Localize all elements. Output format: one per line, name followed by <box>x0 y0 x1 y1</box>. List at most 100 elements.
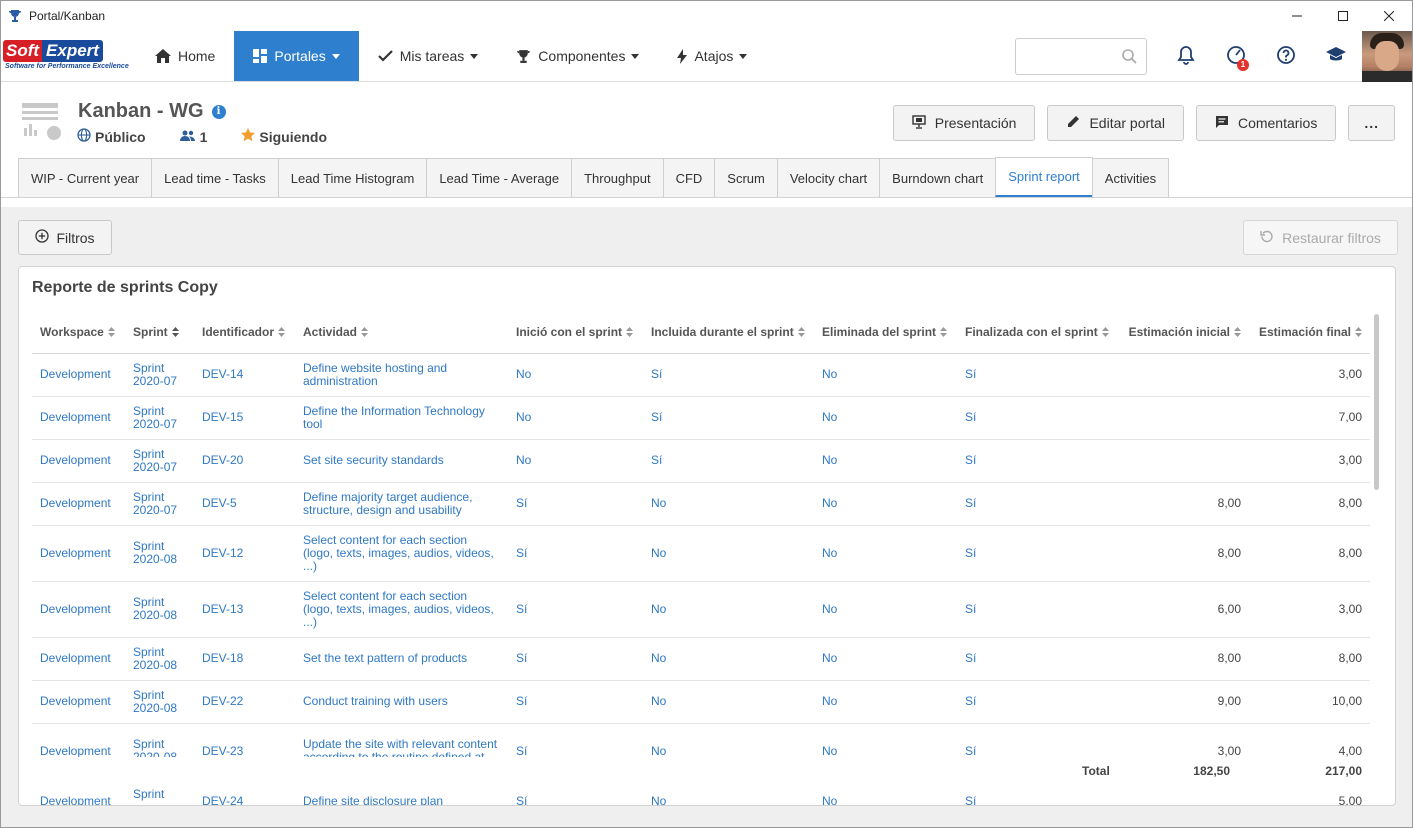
learning-button[interactable] <box>1311 31 1361 82</box>
cell-started[interactable]: Sí <box>508 525 643 582</box>
table-row[interactable]: Development Sprint 2020-07 DEV-15 Define… <box>32 396 1370 440</box>
column-header-finalizada[interactable]: Finalizada con el sprint <box>957 313 1119 354</box>
tab-burndown-chart[interactable]: Burndown chart <box>879 158 997 197</box>
cell-id[interactable]: DEV-12 <box>194 525 295 582</box>
cell-started[interactable]: Sí <box>508 581 643 638</box>
cell-removed[interactable]: No <box>814 581 957 638</box>
column-header-sprint[interactable]: Sprint <box>125 313 194 354</box>
cell-id[interactable]: DEV-5 <box>194 482 295 526</box>
cell-sprint[interactable]: Sprint 2020-08 <box>125 680 194 724</box>
help-button[interactable] <box>1261 31 1311 82</box>
cell-removed[interactable]: No <box>814 439 957 483</box>
cell-activity[interactable]: Define majority target audience, structu… <box>295 482 508 526</box>
cell-id[interactable]: DEV-15 <box>194 396 295 440</box>
cell-activity[interactable]: Set site security standards <box>295 439 508 483</box>
info-icon[interactable]: i <box>211 104 226 119</box>
column-header-eliminada[interactable]: Eliminada del sprint <box>814 313 957 354</box>
cell-workspace[interactable]: Development <box>40 794 111 805</box>
cell-sprint[interactable]: Sprint 2020-08 <box>125 637 194 681</box>
cell-workspace[interactable]: Development <box>32 396 125 440</box>
softexpert-logo[interactable]: Soft Expert Software for Performance Exc… <box>1 31 136 82</box>
cell-workspace[interactable]: Development <box>32 482 125 526</box>
cell-id[interactable]: DEV-20 <box>194 439 295 483</box>
cell-included[interactable]: No <box>643 680 814 724</box>
cell-sprint[interactable]: Sprint 2020-07 <box>125 439 194 483</box>
cell-started[interactable]: Sí <box>516 794 527 805</box>
cell-removed[interactable]: No <box>814 680 957 724</box>
cell-included[interactable]: No <box>643 525 814 582</box>
cell-sprint[interactable]: Sprint 2020-07 <box>125 482 194 526</box>
column-header-identificador[interactable]: Identificador <box>194 313 295 354</box>
minimize-button[interactable] <box>1274 1 1320 31</box>
close-button[interactable] <box>1366 1 1412 31</box>
tab-velocity-chart[interactable]: Velocity chart <box>776 158 881 197</box>
tab-lead-time-histogram[interactable]: Lead Time Histogram <box>277 158 428 197</box>
filters-button[interactable]: Filtros <box>18 220 112 255</box>
cell-removed[interactable]: No <box>814 525 957 582</box>
tab-wip-current-year[interactable]: WIP - Current year <box>18 158 153 197</box>
cell-activity[interactable]: Define website hosting and administratio… <box>295 353 508 397</box>
cell-removed[interactable]: No <box>814 637 957 681</box>
cell-removed[interactable]: No <box>814 396 957 440</box>
partial-table-row[interactable]: Development Sprint DEV-24 Define site di… <box>32 785 1370 805</box>
cell-sprint[interactable]: Sprint 2020-08 <box>125 581 194 638</box>
cell-started[interactable]: No <box>508 439 643 483</box>
cell-id[interactable]: DEV-18 <box>194 637 295 681</box>
cell-finished[interactable]: Sí <box>957 396 1119 440</box>
cell-included[interactable]: No <box>643 637 814 681</box>
cell-included[interactable]: Sí <box>643 439 814 483</box>
cell-included[interactable]: No <box>651 794 666 805</box>
cell-started[interactable]: Sí <box>508 482 643 526</box>
cell-finished[interactable]: Sí <box>957 680 1119 724</box>
cell-activity[interactable]: Set the text pattern of products <box>295 637 508 681</box>
cell-id[interactable]: DEV-24 <box>202 794 243 805</box>
cell-sprint[interactable]: Sprint 2020-07 <box>125 353 194 397</box>
table-row[interactable]: Development Sprint 2020-07 DEV-5 Define … <box>32 482 1370 526</box>
tab-lead-time-tasks[interactable]: Lead time - Tasks <box>151 158 279 197</box>
maximize-button[interactable] <box>1320 1 1366 31</box>
table-row[interactable]: Development Sprint 2020-08 DEV-13 Select… <box>32 581 1370 638</box>
cell-activity[interactable]: Select content for each section (logo, t… <box>295 525 508 582</box>
cell-removed[interactable]: No <box>814 353 957 397</box>
cell-activity[interactable]: Define site disclosure plan <box>303 794 443 805</box>
table-row[interactable]: Development Sprint 2020-08 DEV-12 Select… <box>32 525 1370 582</box>
cell-id[interactable]: DEV-14 <box>194 353 295 397</box>
cell-workspace[interactable]: Development <box>32 637 125 681</box>
column-header-actividad[interactable]: Actividad <box>295 313 508 354</box>
cell-workspace[interactable]: Development <box>32 353 125 397</box>
table-row[interactable]: Development Sprint 2020-07 DEV-20 Set si… <box>32 439 1370 483</box>
cell-finished[interactable]: Sí <box>965 794 976 805</box>
edit-portal-button[interactable]: Editar portal <box>1047 105 1184 141</box>
column-header-inicio[interactable]: Inició con el sprint <box>508 313 643 354</box>
cell-activity[interactable]: Select content for each section (logo, t… <box>295 581 508 638</box>
notifications-button[interactable] <box>1161 31 1211 82</box>
cell-workspace[interactable]: Development <box>32 581 125 638</box>
tab-cfd[interactable]: CFD <box>662 158 716 197</box>
members-indicator[interactable]: 1 <box>179 129 207 145</box>
cell-started[interactable]: No <box>508 353 643 397</box>
cell-started[interactable]: No <box>508 396 643 440</box>
cell-workspace[interactable]: Development <box>32 525 125 582</box>
cell-included[interactable]: Sí <box>643 353 814 397</box>
cell-finished[interactable]: Sí <box>957 637 1119 681</box>
column-header-estimacion-final[interactable]: Estimación final <box>1249 313 1370 354</box>
activity-button[interactable]: 1 <box>1211 31 1261 82</box>
tab-activities[interactable]: Activities <box>1091 158 1170 197</box>
cell-started[interactable]: Sí <box>508 637 643 681</box>
cell-finished[interactable]: Sí <box>957 482 1119 526</box>
cell-finished[interactable]: Sí <box>957 581 1119 638</box>
nav-atajos[interactable]: Atajos <box>658 31 766 81</box>
cell-included[interactable]: No <box>643 581 814 638</box>
search-icon[interactable] <box>1122 49 1137 67</box>
cell-included[interactable]: Sí <box>643 396 814 440</box>
table-row[interactable]: Development Sprint 2020-07 DEV-14 Define… <box>32 353 1370 397</box>
cell-removed[interactable]: No <box>814 482 957 526</box>
cell-workspace[interactable]: Development <box>32 439 125 483</box>
cell-finished[interactable]: Sí <box>957 439 1119 483</box>
cell-finished[interactable]: Sí <box>957 525 1119 582</box>
follow-indicator[interactable]: Siguiendo <box>241 128 327 145</box>
user-avatar[interactable] <box>1362 31 1412 82</box>
search-input[interactable] <box>1016 39 1116 74</box>
presentation-button[interactable]: Presentación <box>892 105 1036 141</box>
cell-started[interactable]: Sí <box>508 680 643 724</box>
